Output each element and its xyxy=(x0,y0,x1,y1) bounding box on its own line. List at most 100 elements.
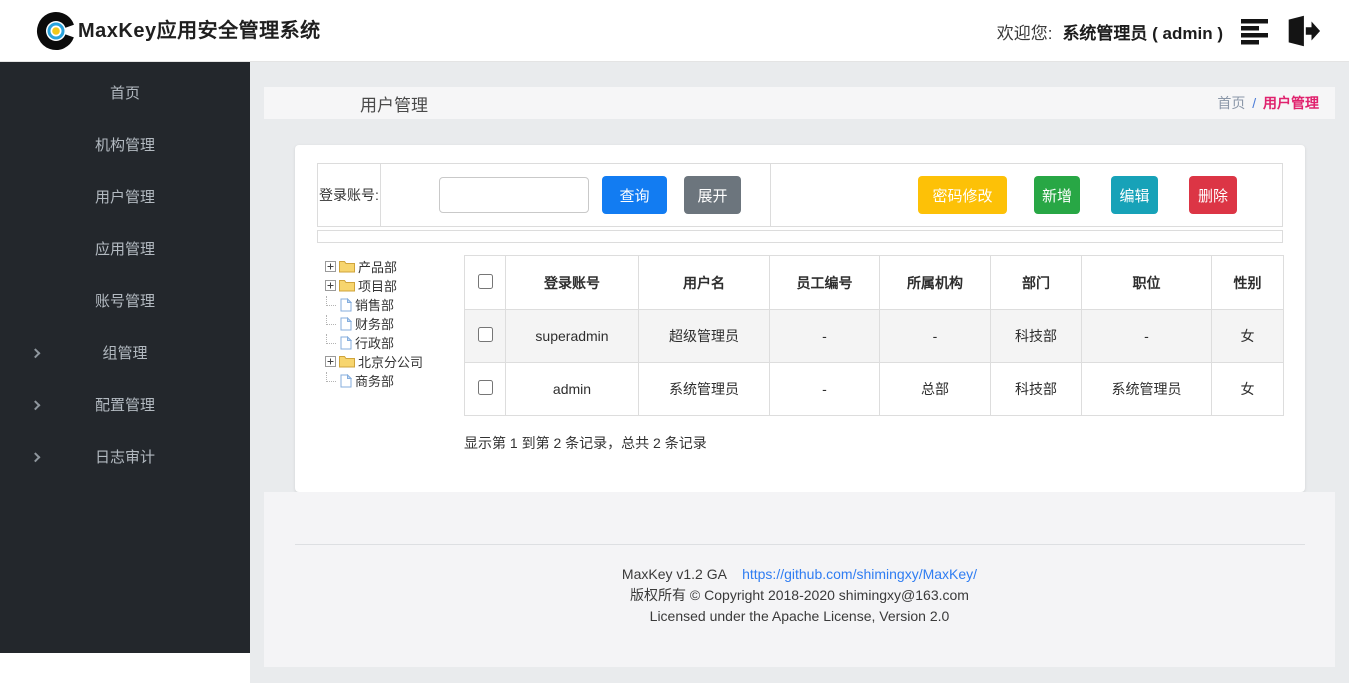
table-cell: 系统管理员 xyxy=(639,363,770,416)
footer: MaxKey v1.2 GA https://github.com/shimin… xyxy=(264,492,1335,667)
table-cell: - xyxy=(770,310,880,363)
table-cell: 女 xyxy=(1212,363,1284,416)
table-cell: superadmin xyxy=(506,310,639,363)
edit-button[interactable]: 编辑 xyxy=(1111,176,1158,214)
tree-node: 项目部 xyxy=(325,276,460,295)
change-password-button[interactable]: 密码修改 xyxy=(918,176,1007,214)
header-right: 欢迎您: 系统管理员 ( admin ) xyxy=(997,0,1321,62)
action-buttons: 密码修改 新增 编辑 删除 xyxy=(771,164,1282,226)
tree-node-label[interactable]: 商务部 xyxy=(355,371,394,390)
content-area: 用户管理 首页 / 用户管理 登录账号: 查询 展开 密码修改 新增 编辑 删除 xyxy=(250,62,1349,683)
logout-icon[interactable] xyxy=(1283,15,1321,47)
file-icon xyxy=(340,298,352,312)
select-all-cell xyxy=(465,256,506,310)
sidebar-item-user-management[interactable]: 用户管理 xyxy=(0,172,250,224)
table-cell: 超级管理员 xyxy=(639,310,770,363)
sidebar-item-label: 应用管理 xyxy=(95,241,155,258)
footer-divider xyxy=(295,544,1305,545)
table-cell: admin xyxy=(506,363,639,416)
list-menu-icon[interactable] xyxy=(1241,17,1273,45)
sidebar-item-group-management[interactable]: 组管理 xyxy=(0,328,250,380)
breadcrumb: 首页 / 用户管理 xyxy=(1217,93,1319,113)
column-header: 员工编号 xyxy=(770,256,880,310)
sidebar: 首页 机构管理 用户管理 应用管理 账号管理 组管理 配置管理 日志审计 xyxy=(0,62,250,653)
search-toolbar: 登录账号: 查询 展开 密码修改 新增 编辑 删除 xyxy=(317,163,1283,227)
footer-copyright: 版权所有 © Copyright 2018-2020 shimingxy@163… xyxy=(264,585,1335,606)
top-header: MaxKey应用安全管理系统 欢迎您: 系统管理员 ( admin ) xyxy=(0,0,1349,62)
table-cell: - xyxy=(770,363,880,416)
sidebar-item-label: 日志审计 xyxy=(95,449,155,466)
column-header: 部门 xyxy=(991,256,1082,310)
collapsed-search-row xyxy=(317,230,1283,243)
github-link[interactable]: https://github.com/shimingxy/MaxKey/ xyxy=(742,566,977,582)
sidebar-item-label: 配置管理 xyxy=(95,397,155,414)
login-account-input[interactable] xyxy=(439,177,589,213)
sidebar-item-log-audit[interactable]: 日志审计 xyxy=(0,432,250,484)
sidebar-item-label: 组管理 xyxy=(102,345,147,362)
row-checkbox[interactable] xyxy=(478,327,493,342)
tree-node-label[interactable]: 销售部 xyxy=(355,295,394,314)
file-icon xyxy=(340,336,352,350)
query-button[interactable]: 查询 xyxy=(602,176,667,214)
sidebar-item-account-management[interactable]: 账号管理 xyxy=(0,276,250,328)
tree-node-label[interactable]: 项目部 xyxy=(358,276,397,295)
chevron-right-icon xyxy=(31,348,41,358)
footer-version: MaxKey v1.2 GA xyxy=(622,566,726,582)
table-header-row: 登录账号 用户名 员工编号 所属机构 部门 职位 性别 xyxy=(465,256,1284,310)
breadcrumb-current: 用户管理 xyxy=(1263,95,1319,111)
expand-button[interactable]: 展开 xyxy=(684,176,741,214)
table-cell: 系统管理员 xyxy=(1082,363,1212,416)
current-user: 系统管理员 ( admin ) xyxy=(1062,19,1223,44)
column-header: 所属机构 xyxy=(880,256,991,310)
search-controls: 查询 展开 xyxy=(381,164,771,226)
delete-button[interactable]: 删除 xyxy=(1189,176,1237,214)
sidebar-item-app-management[interactable]: 应用管理 xyxy=(0,224,250,276)
tree-node: 商务部 xyxy=(325,371,460,390)
tree-node: 财务部 xyxy=(325,314,460,333)
table-row[interactable]: admin 系统管理员 - 总部 科技部 系统管理员 女 xyxy=(465,363,1284,416)
sidebar-item-home[interactable]: 首页 xyxy=(0,68,250,120)
breadcrumb-home[interactable]: 首页 xyxy=(1217,95,1245,111)
page-title: 用户管理 xyxy=(360,91,428,116)
column-header: 用户名 xyxy=(639,256,770,310)
table-cell: 科技部 xyxy=(991,310,1082,363)
sidebar-item-label: 用户管理 xyxy=(95,189,155,206)
page-title-bar: 用户管理 首页 / 用户管理 xyxy=(264,87,1335,119)
add-button[interactable]: 新增 xyxy=(1034,176,1080,214)
tree-node: 产品部 xyxy=(325,257,460,276)
tree-node: 北京分公司 xyxy=(325,352,460,371)
row-select-cell xyxy=(465,363,506,416)
record-count: 显示第 1 到第 2 条记录，总共 2 条记录 xyxy=(464,433,707,453)
tree-expand-icon[interactable] xyxy=(325,261,336,272)
tree-node-label[interactable]: 产品部 xyxy=(358,257,397,276)
column-header: 性别 xyxy=(1212,256,1284,310)
sidebar-item-org-management[interactable]: 机构管理 xyxy=(0,120,250,172)
chevron-right-icon xyxy=(31,400,41,410)
folder-icon xyxy=(339,355,355,368)
table-cell: 总部 xyxy=(880,363,991,416)
app-title: MaxKey应用安全管理系统 xyxy=(78,0,321,62)
table-row[interactable]: superadmin 超级管理员 - - 科技部 - 女 xyxy=(465,310,1284,363)
sidebar-item-label: 机构管理 xyxy=(95,137,155,154)
tree-node-label[interactable]: 行政部 xyxy=(355,333,394,352)
file-icon xyxy=(340,374,352,388)
tree-node-label[interactable]: 北京分公司 xyxy=(358,352,423,371)
folder-icon xyxy=(339,260,355,273)
tree-expand-icon[interactable] xyxy=(325,356,336,367)
table-cell: 女 xyxy=(1212,310,1284,363)
tree-connector xyxy=(326,334,336,344)
breadcrumb-separator: / xyxy=(1252,95,1256,111)
table-cell: 科技部 xyxy=(991,363,1082,416)
sidebar-item-label: 账号管理 xyxy=(95,293,155,310)
sidebar-item-config-management[interactable]: 配置管理 xyxy=(0,380,250,432)
file-icon xyxy=(340,317,352,331)
row-checkbox[interactable] xyxy=(478,380,493,395)
tree-node-label[interactable]: 财务部 xyxy=(355,314,394,333)
sidebar-item-label: 首页 xyxy=(110,85,140,102)
chevron-right-icon xyxy=(31,452,41,462)
table-cell: - xyxy=(880,310,991,363)
select-all-checkbox[interactable] xyxy=(478,274,493,289)
footer-version-line: MaxKey v1.2 GA https://github.com/shimin… xyxy=(264,564,1335,585)
tree-expand-icon[interactable] xyxy=(325,280,336,291)
main-card: 登录账号: 查询 展开 密码修改 新增 编辑 删除 xyxy=(295,145,1305,492)
